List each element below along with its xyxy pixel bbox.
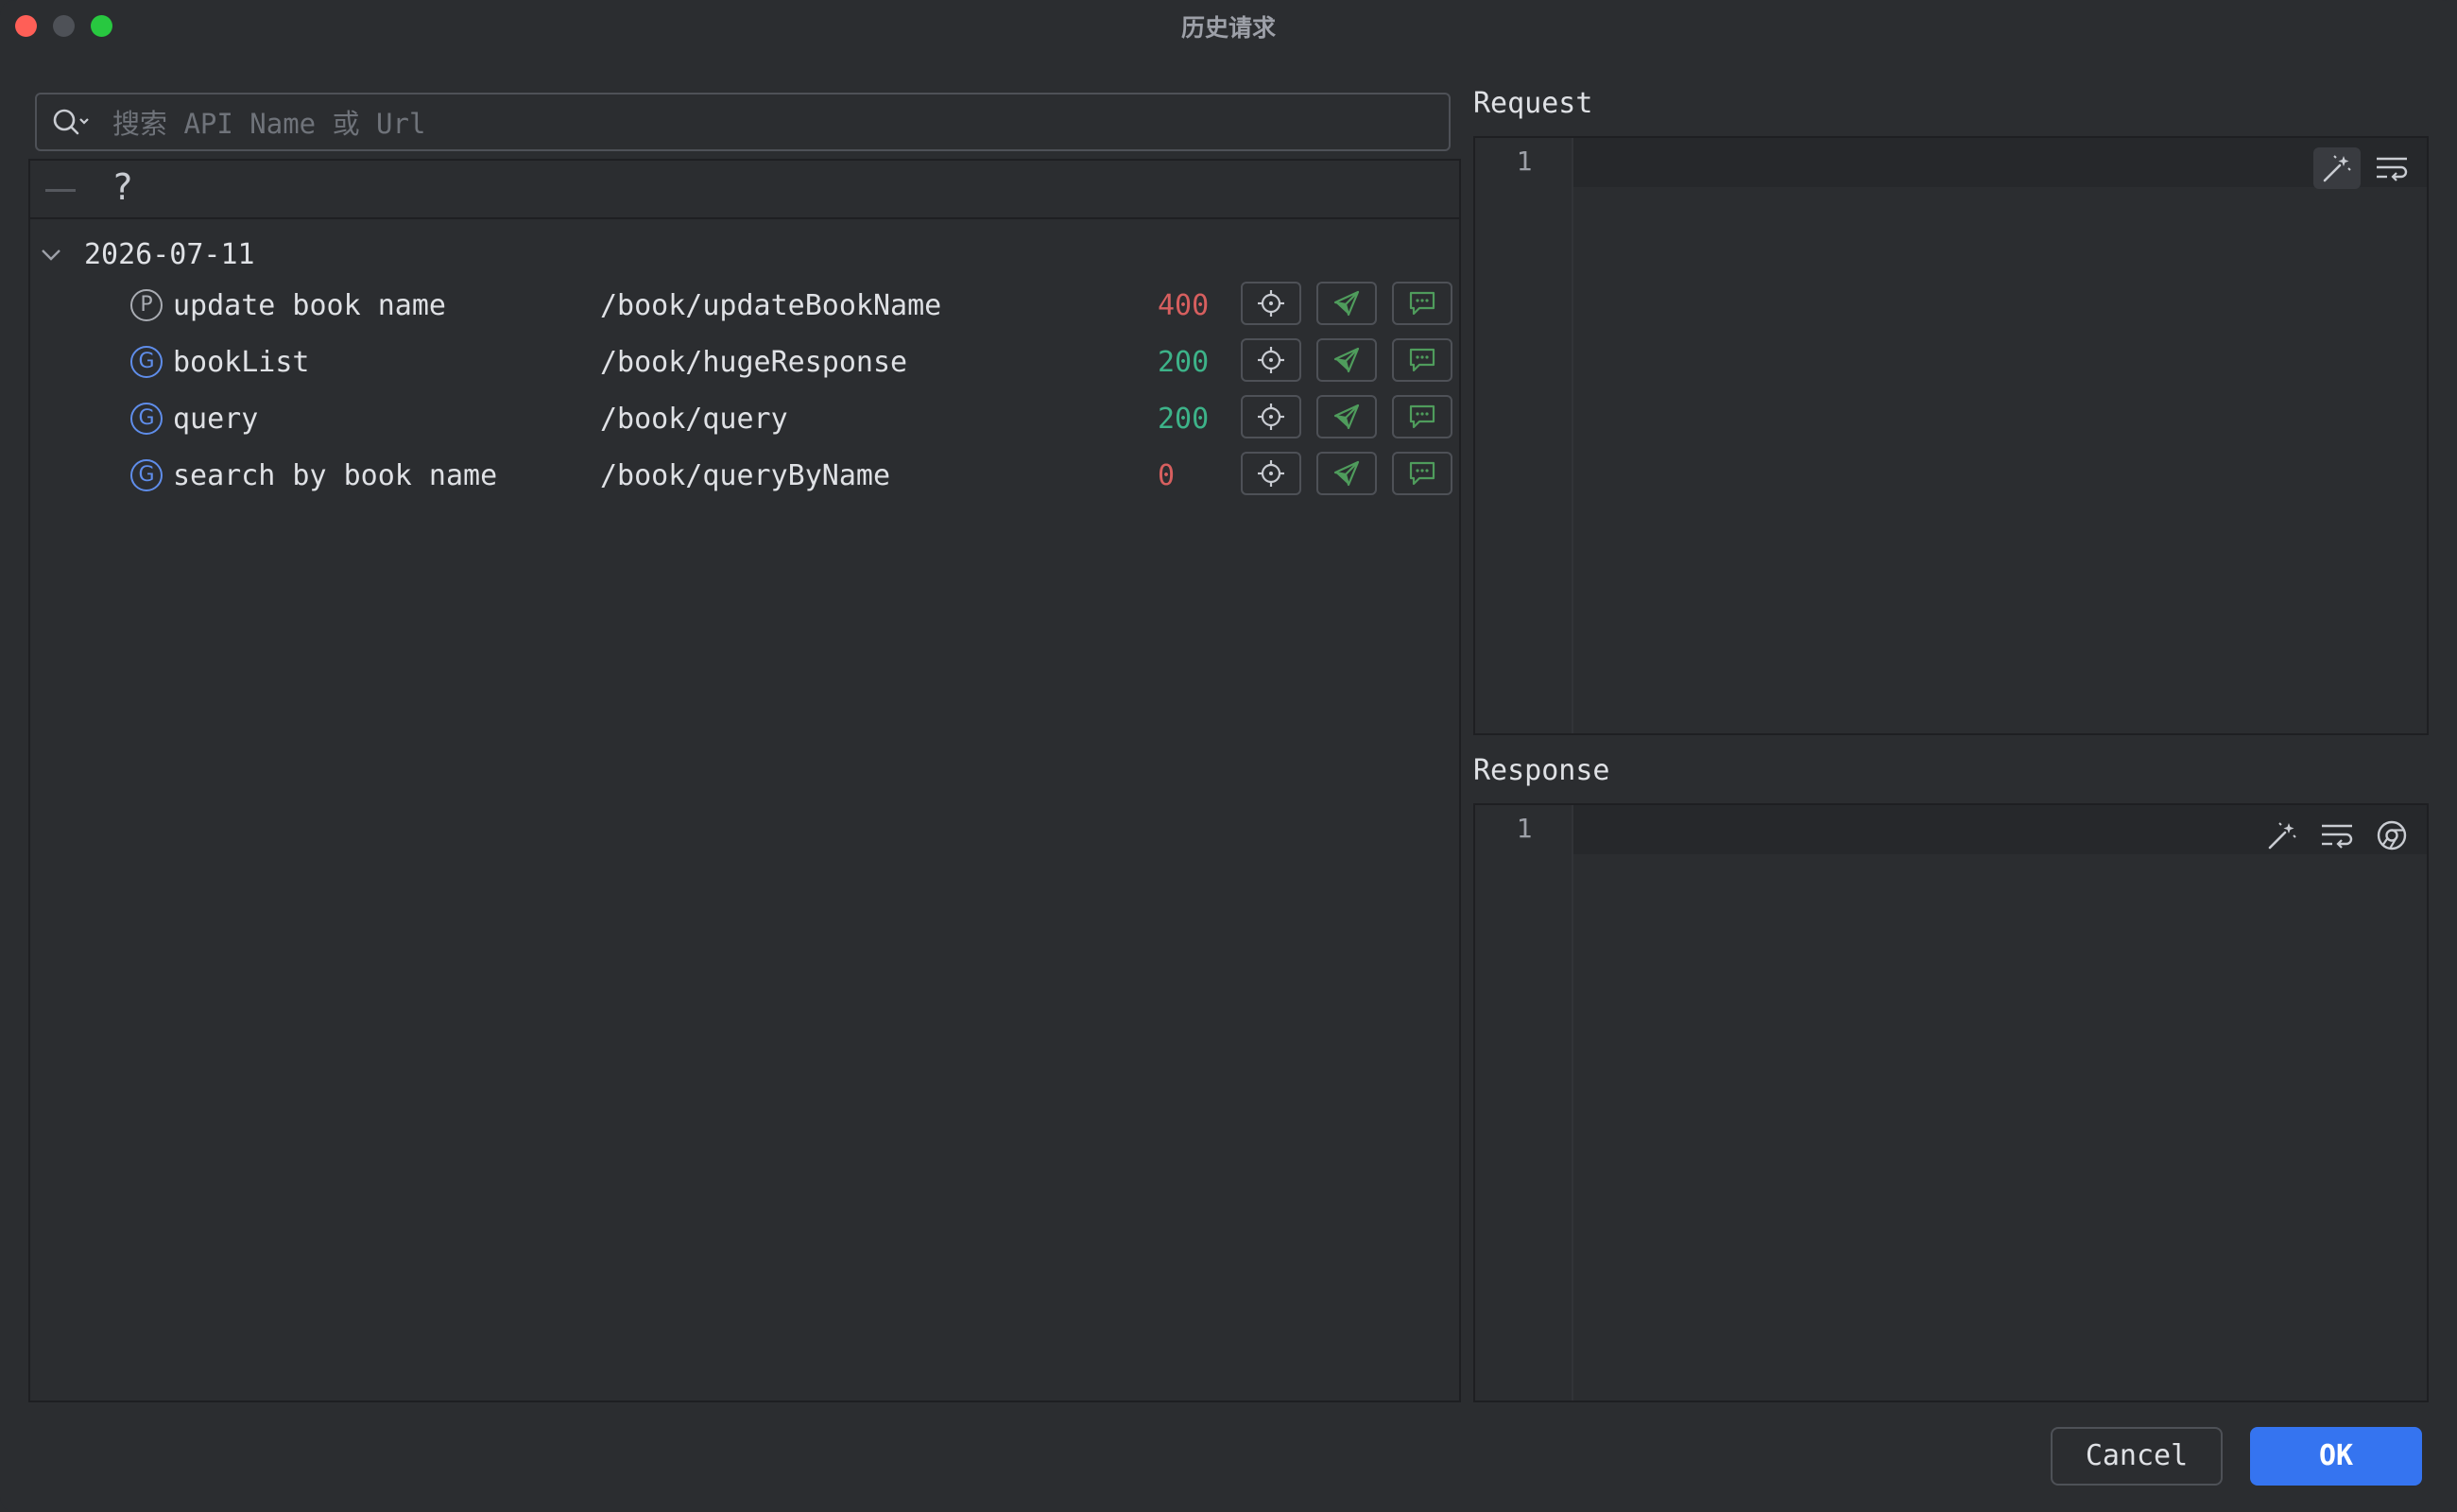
- format-button[interactable]: [2313, 147, 2361, 189]
- get-method-icon: G: [130, 346, 163, 378]
- format-button[interactable]: [2259, 815, 2306, 856]
- message-icon: [1409, 404, 1435, 429]
- magic-wand-icon: [2268, 822, 2296, 850]
- date-group-label: 2026-07-11: [84, 238, 255, 271]
- message-button[interactable]: [1392, 338, 1452, 382]
- send-button[interactable]: [1316, 395, 1377, 438]
- soft-wrap-button[interactable]: [2368, 147, 2415, 189]
- post-method-icon: P: [130, 289, 163, 321]
- title-bar: 历史请求: [0, 0, 2457, 51]
- message-button[interactable]: [1392, 452, 1452, 495]
- response-label: Response: [1473, 754, 1610, 787]
- request-editor[interactable]: 1: [1473, 136, 2429, 735]
- status-code: 400: [1158, 289, 1210, 322]
- request-name: update book name: [173, 289, 446, 322]
- history-row[interactable]: P update book name /book/updateBookName …: [30, 282, 1459, 335]
- send-icon: [1333, 404, 1360, 430]
- search-input[interactable]: [111, 102, 1418, 146]
- history-row[interactable]: G query /book/query 200: [30, 395, 1459, 448]
- locate-button[interactable]: [1241, 452, 1301, 495]
- window-title: 历史请求: [1180, 14, 1276, 42]
- soft-wrap-icon: [2377, 157, 2408, 181]
- chevron-down-icon[interactable]: [40, 246, 62, 265]
- send-icon: [1333, 347, 1360, 373]
- ok-button[interactable]: OK: [2250, 1427, 2422, 1486]
- current-line-highlight: [1573, 138, 2427, 187]
- line-gutter: 1: [1475, 805, 1573, 1400]
- request-name: search by book name: [173, 459, 498, 492]
- send-icon: [1333, 460, 1360, 487]
- search-icon[interactable]: [52, 108, 94, 138]
- request-label: Request: [1473, 87, 1593, 120]
- search-box[interactable]: [35, 93, 1451, 151]
- tree-toolbar: ?: [30, 161, 1459, 219]
- get-method-icon: G: [130, 403, 163, 435]
- send-button[interactable]: [1316, 452, 1377, 495]
- request-url: /book/updateBookName: [600, 289, 942, 322]
- message-button[interactable]: [1392, 282, 1452, 325]
- send-icon: [1333, 290, 1360, 317]
- history-dialog: 历史请求 ? 2026-07-11 P update book name /bo…: [0, 0, 2457, 1512]
- send-button[interactable]: [1316, 282, 1377, 325]
- message-button[interactable]: [1392, 395, 1452, 438]
- history-row[interactable]: G search by book name /book/queryByName …: [30, 452, 1459, 505]
- locate-icon: [1258, 290, 1284, 317]
- status-code: 0: [1158, 459, 1176, 492]
- request-url: /book/queryByName: [600, 459, 891, 492]
- locate-icon: [1258, 347, 1284, 373]
- status-code: 200: [1158, 403, 1210, 436]
- request-name: query: [173, 403, 259, 436]
- locate-button[interactable]: [1241, 282, 1301, 325]
- browser-icon: [2377, 820, 2407, 850]
- locate-button[interactable]: [1241, 395, 1301, 438]
- locate-icon: [1258, 404, 1284, 430]
- locate-icon: [1258, 460, 1284, 487]
- line-number: 1: [1516, 146, 1533, 177]
- soft-wrap-icon: [2322, 824, 2353, 849]
- get-method-icon: G: [130, 459, 163, 491]
- date-group-row[interactable]: 2026-07-11: [30, 232, 1459, 280]
- send-button[interactable]: [1316, 338, 1377, 382]
- request-url: /book/query: [600, 403, 788, 436]
- line-gutter: 1: [1475, 138, 1573, 733]
- history-row[interactable]: G bookList /book/hugeResponse 200: [30, 338, 1459, 391]
- response-editor-toolbar: [2259, 815, 2415, 856]
- response-editor[interactable]: 1: [1473, 803, 2429, 1402]
- message-icon: [1409, 291, 1435, 316]
- request-editor-toolbar: [2313, 147, 2415, 189]
- message-icon: [1409, 461, 1435, 486]
- cancel-button[interactable]: Cancel: [2051, 1427, 2223, 1486]
- remove-button[interactable]: [45, 189, 76, 192]
- line-number: 1: [1516, 813, 1533, 844]
- help-button[interactable]: ?: [113, 166, 132, 208]
- message-icon: [1409, 348, 1435, 372]
- open-in-browser-button[interactable]: [2368, 815, 2415, 856]
- magic-wand-icon: [2323, 155, 2351, 182]
- locate-button[interactable]: [1241, 338, 1301, 382]
- soft-wrap-button[interactable]: [2313, 815, 2361, 856]
- status-code: 200: [1158, 346, 1210, 379]
- request-url: /book/hugeResponse: [600, 346, 908, 379]
- request-name: bookList: [173, 346, 310, 379]
- history-tree-panel: ? 2026-07-11 P update book name /book/up…: [28, 159, 1461, 1402]
